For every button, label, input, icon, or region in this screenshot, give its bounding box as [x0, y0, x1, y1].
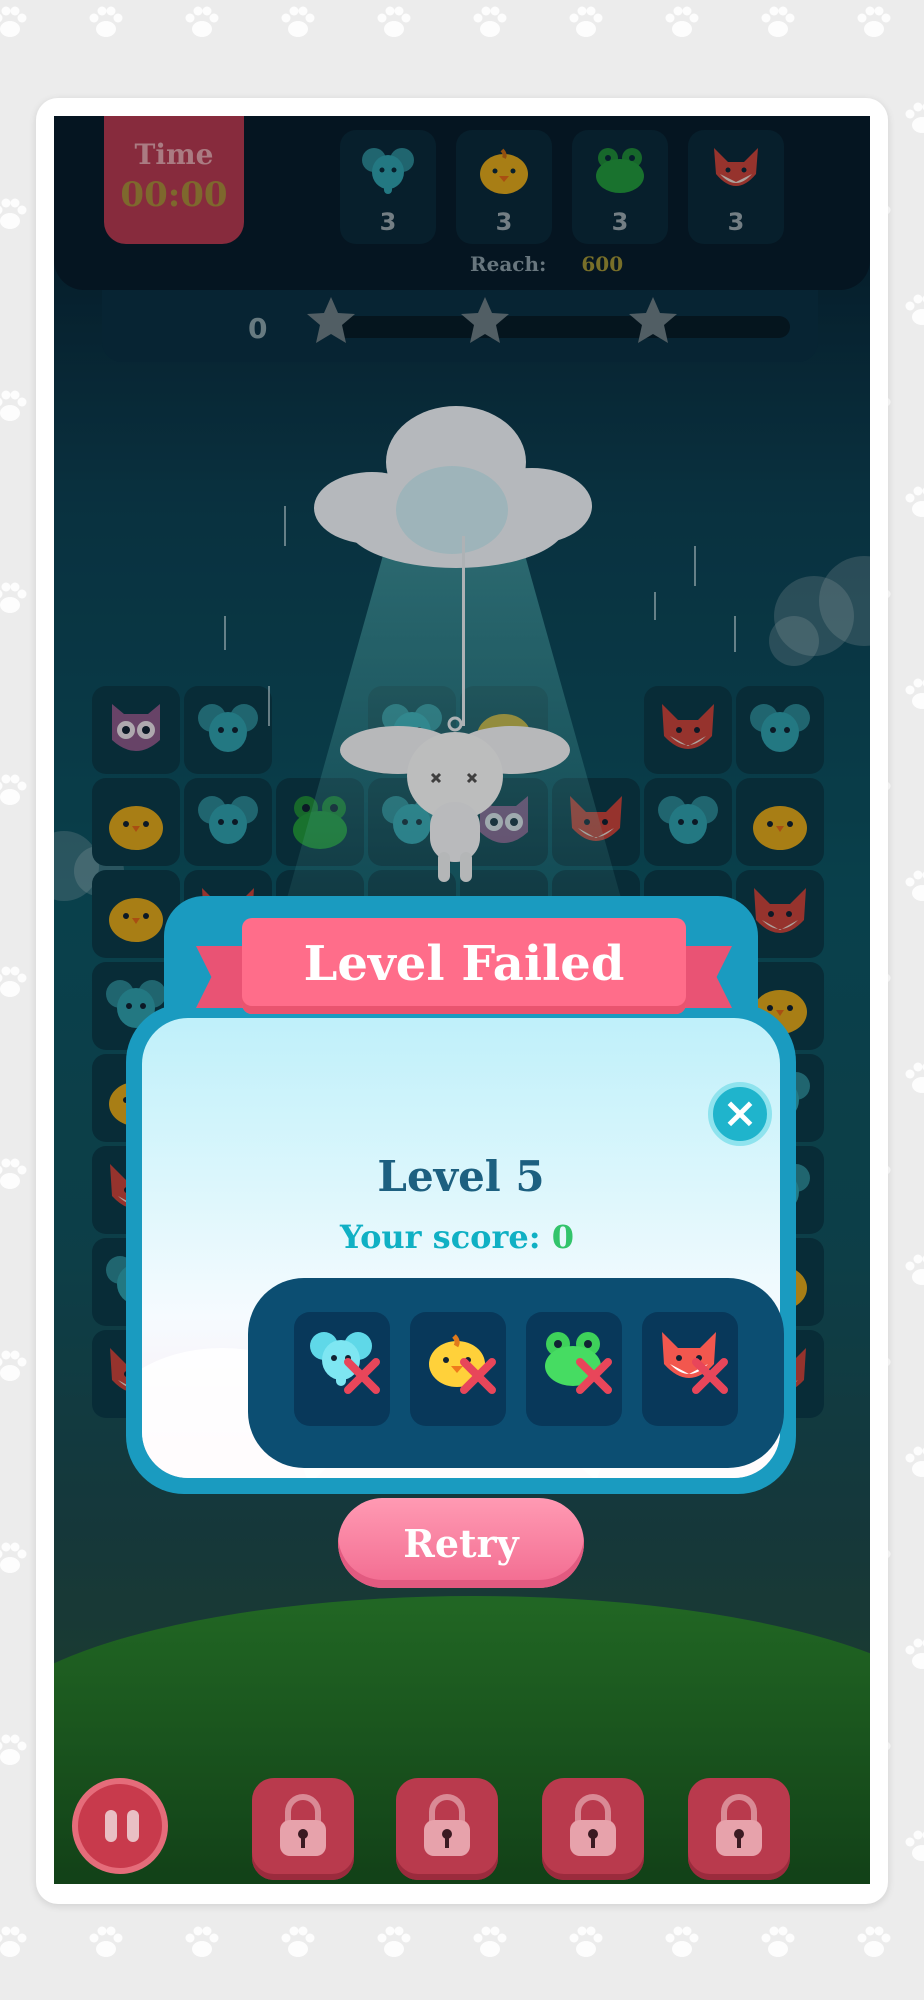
paw-print-icon	[86, 1922, 126, 1962]
paw-print-icon	[0, 194, 30, 234]
score-line: Your score: 0	[340, 1218, 574, 1256]
paw-print-icon	[0, 770, 30, 810]
bottom-toolbar	[54, 1756, 870, 1884]
paw-print-icon	[902, 482, 924, 522]
score-label: Your score:	[340, 1218, 541, 1256]
lock-icon	[424, 1794, 470, 1856]
paw-print-icon	[470, 2, 510, 42]
paw-print-icon	[0, 1346, 30, 1386]
paw-print-icon	[662, 1922, 702, 1962]
paw-print-icon	[0, 1730, 30, 1770]
failed-goals-panel	[248, 1278, 784, 1468]
retry-button[interactable]: Retry	[338, 1498, 584, 1588]
lock-icon	[570, 1794, 616, 1856]
paw-print-icon	[182, 2, 222, 42]
paw-print-icon	[0, 962, 30, 1002]
paw-print-icon	[374, 1922, 414, 1962]
paw-print-icon	[0, 1154, 30, 1194]
paw-print-icon	[278, 1922, 318, 1962]
paw-print-icon	[0, 2, 30, 42]
paw-print-icon	[566, 2, 606, 42]
pause-icon-bar	[105, 1810, 117, 1842]
paw-print-icon	[854, 1922, 894, 1962]
lock-icon	[280, 1794, 326, 1856]
paw-print-icon	[854, 2, 894, 42]
paw-print-icon	[902, 1634, 924, 1674]
locked-booster-3[interactable]	[542, 1778, 644, 1880]
paw-print-icon	[0, 386, 30, 426]
paw-print-icon	[902, 866, 924, 906]
paw-print-icon	[662, 2, 702, 42]
paw-print-icon	[86, 2, 126, 42]
x-mark-icon	[344, 1358, 380, 1394]
failed-goal-fox	[642, 1312, 738, 1426]
paw-print-icon	[566, 1922, 606, 1962]
x-mark-icon	[692, 1358, 728, 1394]
locked-booster-2[interactable]	[396, 1778, 498, 1880]
dialog-banner-title: Level Failed	[242, 918, 686, 1014]
paw-print-icon	[902, 1250, 924, 1290]
paw-print-icon	[758, 1922, 798, 1962]
paw-print-icon	[902, 98, 924, 138]
x-mark-icon	[576, 1358, 612, 1394]
score-number: 0	[551, 1218, 574, 1256]
paw-print-icon	[902, 1826, 924, 1866]
lock-icon	[716, 1794, 762, 1856]
x-mark-icon	[460, 1358, 496, 1394]
paw-print-icon	[374, 2, 414, 42]
paw-print-icon	[278, 2, 318, 42]
paw-print-icon	[758, 2, 798, 42]
failed-goal-elephant	[294, 1312, 390, 1426]
paw-print-icon	[0, 1538, 30, 1578]
close-button[interactable]: ×	[708, 1082, 772, 1146]
paw-print-icon	[902, 674, 924, 714]
close-icon: ×	[722, 1088, 758, 1137]
paw-print-icon	[470, 1922, 510, 1962]
pause-button[interactable]	[72, 1778, 168, 1874]
level-title: Level 5	[377, 1152, 545, 1201]
failed-goal-chick	[410, 1312, 506, 1426]
failed-goal-frog	[526, 1312, 622, 1426]
paw-print-icon	[902, 1058, 924, 1098]
locked-booster-4[interactable]	[688, 1778, 790, 1880]
paw-print-icon	[902, 1442, 924, 1482]
pause-icon-bar	[127, 1810, 139, 1842]
locked-booster-1[interactable]	[252, 1778, 354, 1880]
paw-print-icon	[0, 1922, 30, 1962]
paw-print-icon	[902, 290, 924, 330]
paw-print-icon	[182, 1922, 222, 1962]
level-failed-dialog: Level Failed × Level 5 Your score: 0 Ret…	[126, 896, 796, 1588]
paw-print-icon	[0, 578, 30, 618]
